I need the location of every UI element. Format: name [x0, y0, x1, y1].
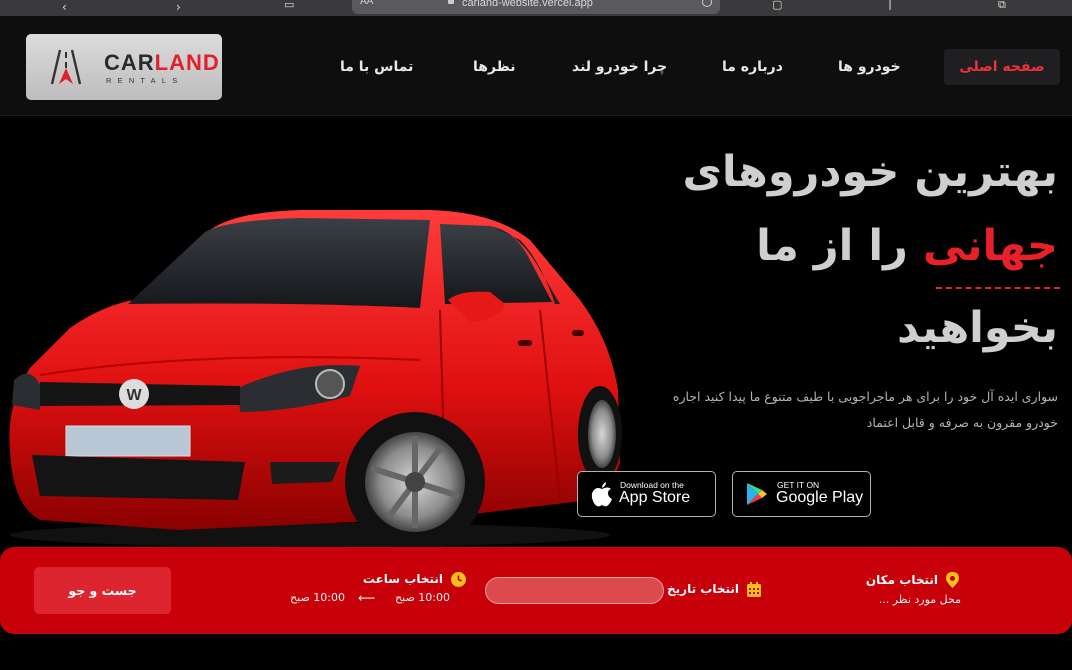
date-input[interactable]: [485, 577, 664, 604]
nav-item-contact[interactable]: تماس با ما: [340, 49, 413, 85]
lock-icon: [448, 0, 454, 4]
search-button[interactable]: جست و جو: [34, 567, 171, 614]
search-bar: انتخاب مکان محل مورد نظر ... انتخاب تاری…: [0, 547, 1072, 634]
nav-item-cars[interactable]: خودرو ها: [838, 49, 901, 85]
logo-text: CARLAND: [104, 50, 220, 75]
time-from-select[interactable]: 10:00 صبح: [395, 591, 450, 604]
bookmarks-icon[interactable]: ▭: [284, 0, 294, 12]
back-icon[interactable]: ‹: [62, 0, 67, 14]
calendar-icon: [747, 582, 761, 597]
arrow-left-icon: ⟵: [358, 591, 376, 605]
nav-item-why-carland[interactable]: چرا خودرو لند: [572, 49, 667, 85]
location-label: انتخاب مکان: [865, 573, 938, 587]
app-store-button[interactable]: Download on the App Store: [577, 471, 716, 517]
add-tab-icon[interactable]: |: [888, 0, 892, 10]
logo[interactable]: CARLAND RENTALS: [26, 34, 222, 100]
url-text: carland-website.vercel.app: [462, 0, 593, 9]
clock-icon: [451, 572, 466, 587]
highlight-underline: [936, 287, 1060, 289]
apple-icon: [591, 482, 612, 507]
hero-car-image: W: [9, 210, 622, 552]
hero-title-highlight: جهانی: [922, 221, 1058, 271]
navbar: CARLAND RENTALS صفحه اصلی خودرو ها دربار…: [0, 16, 1072, 116]
hero-title-line1: بهترین خودروهای: [682, 147, 1058, 197]
google-play-icon: [747, 483, 767, 505]
location-pin-icon: [946, 572, 959, 588]
share-icon[interactable]: ▢: [772, 0, 782, 12]
svg-text:W: W: [126, 387, 142, 404]
hero-title-line2: جهانی را از ما: [756, 221, 1058, 271]
nav-item-about[interactable]: درباره ما: [722, 49, 783, 85]
logo-subtitle: RENTALS: [106, 76, 184, 85]
time-label: انتخاب ساعت: [362, 572, 443, 586]
tabs-icon[interactable]: ⧉: [998, 0, 1006, 12]
road-logo-icon: [50, 49, 82, 85]
hero-title-line3: بخواهید: [896, 303, 1058, 353]
location-field[interactable]: محل مورد نظر ...: [879, 593, 961, 606]
nav-item-reviews[interactable]: نظرها: [473, 49, 516, 85]
date-label: انتخاب تاریخ: [667, 582, 739, 596]
hero-description-line1: سواری ایده آل خود را برای هر ماجراجویی ب…: [672, 389, 1058, 404]
browser-toolbar: ‹ › ▭ AA carland-website.vercel.app ▢ | …: [0, 0, 1072, 16]
nav-item-home[interactable]: صفحه اصلی: [944, 49, 1060, 85]
address-bar[interactable]: AA carland-website.vercel.app: [352, 0, 720, 14]
reader-mode-button[interactable]: AA: [360, 0, 373, 10]
google-play-button[interactable]: GET IT ON Google Play: [732, 471, 871, 517]
time-to-select[interactable]: 10:00 صبح: [290, 591, 345, 604]
hero-description-line2: خودرو مقرون به صرفه و قابل اعتماد: [866, 415, 1058, 430]
reload-icon[interactable]: [702, 0, 712, 7]
forward-icon[interactable]: ›: [176, 0, 181, 14]
